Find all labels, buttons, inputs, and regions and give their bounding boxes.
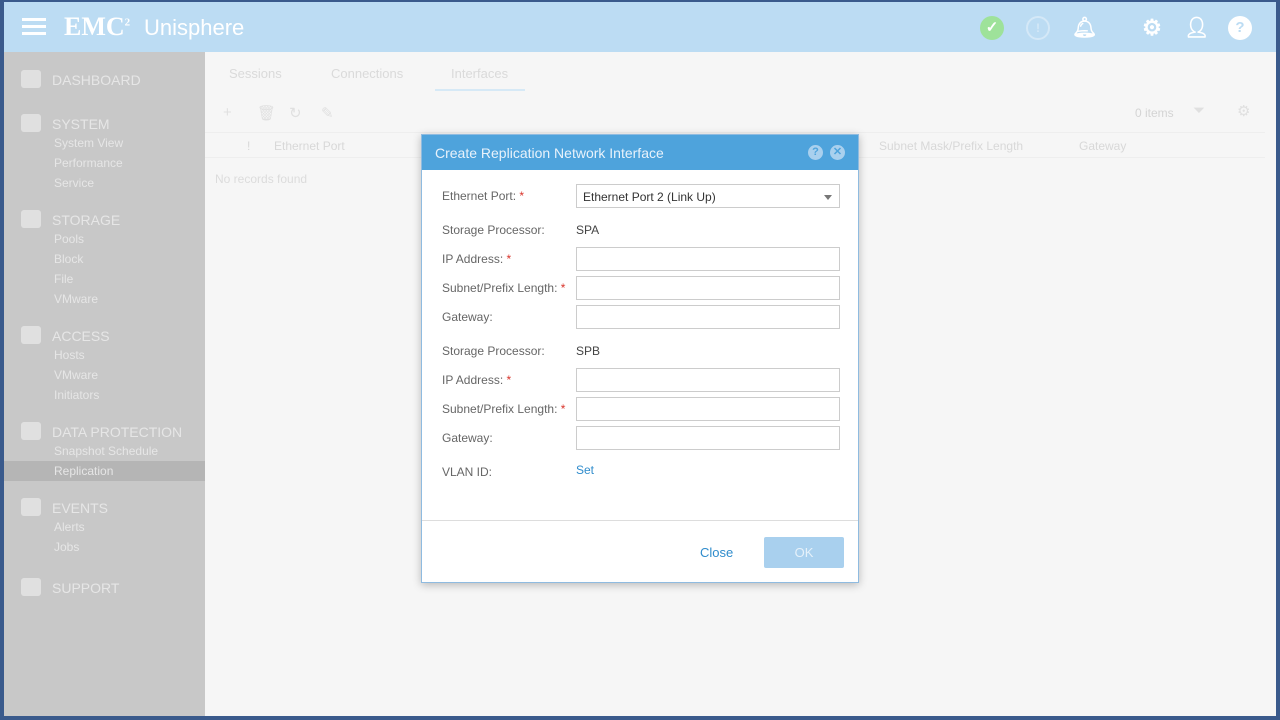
- emc-logo: EMC2: [64, 12, 130, 42]
- section-label: EVENTS: [52, 500, 109, 516]
- bell-icon[interactable]: 🔔︎: [1072, 16, 1097, 40]
- spa-gateway-input[interactable]: [576, 305, 840, 329]
- label-text: Subnet/Prefix Length:: [442, 281, 558, 295]
- label-text: IP Address:: [442, 373, 504, 387]
- section-label: STORAGE: [52, 212, 121, 228]
- section-icon: [21, 422, 41, 440]
- ok-button[interactable]: OK: [764, 537, 844, 568]
- col-subnet[interactable]: Subnet Mask/Prefix Length: [879, 139, 1023, 153]
- section-label: SUPPORT: [52, 580, 120, 596]
- spb-ip-label: IP Address: *: [442, 373, 511, 387]
- col-ethernet-port[interactable]: Ethernet Port: [274, 139, 345, 153]
- ethernet-port-select[interactable]: Ethernet Port 2 (Link Up): [576, 184, 840, 208]
- tab-interfaces[interactable]: Interfaces: [451, 66, 508, 81]
- section-label: DASHBOARD: [52, 72, 141, 88]
- section-icon: [21, 326, 41, 344]
- label-text: IP Address:: [442, 252, 504, 266]
- col-gateway[interactable]: Gateway: [1079, 139, 1126, 153]
- create-interface-dialog: Create Replication Network Interface ? ✕…: [421, 134, 859, 583]
- spb-label: Storage Processor:: [442, 344, 545, 358]
- sidebar-item-vmware[interactable]: VMware: [54, 292, 98, 306]
- user-icon[interactable]: 👤︎: [1184, 16, 1209, 40]
- section-icon: [21, 578, 41, 596]
- spb-gateway-input[interactable]: [576, 426, 840, 450]
- help-icon[interactable]: ?: [1228, 16, 1252, 40]
- col-alert[interactable]: !: [247, 139, 250, 153]
- alerts-status-icon[interactable]: !: [1026, 16, 1050, 40]
- required-mark: *: [560, 281, 566, 295]
- gear-icon[interactable]: ⚙: [1140, 16, 1164, 40]
- filter-icon[interactable]: ⏷: [1193, 102, 1205, 119]
- sidebar-item-jobs[interactable]: Jobs: [54, 540, 79, 554]
- spb-value: SPB: [576, 344, 601, 358]
- required-mark: *: [506, 373, 512, 387]
- spa-ip-input[interactable]: [576, 247, 840, 271]
- required-mark: *: [560, 402, 566, 416]
- sidebar-item-file[interactable]: File: [54, 272, 73, 286]
- sidebar-item-replication[interactable]: Replication: [54, 464, 113, 478]
- spa-value: SPA: [576, 223, 600, 237]
- spa-subnet-label: Subnet/Prefix Length: *: [442, 281, 565, 295]
- table-settings-icon[interactable]: ⚙: [1237, 102, 1250, 120]
- label-text: Subnet/Prefix Length:: [442, 402, 558, 416]
- edit-icon[interactable]: ✎: [321, 104, 334, 122]
- dialog-footer-divider: [422, 520, 858, 521]
- spb-subnet-label: Subnet/Prefix Length: *: [442, 402, 565, 416]
- spb-subnet-input[interactable]: [576, 397, 840, 421]
- select-value: Ethernet Port 2 (Link Up): [583, 190, 716, 204]
- required-mark: *: [506, 252, 512, 266]
- logo-text: EMC: [64, 12, 125, 41]
- spa-subnet-input[interactable]: [576, 276, 840, 300]
- section-label: SYSTEM: [52, 116, 110, 132]
- tab-connections[interactable]: Connections: [331, 66, 403, 81]
- sidebar-item-pools[interactable]: Pools: [54, 232, 84, 246]
- spa-ip-label: IP Address: *: [442, 252, 511, 266]
- logo-sup: 2: [124, 16, 131, 29]
- sidebar-item-system-view[interactable]: System View: [54, 136, 123, 150]
- chevron-down-icon: [824, 195, 832, 200]
- add-icon[interactable]: +: [223, 104, 232, 121]
- top-header: EMC2 Unisphere ✓ ! 🔔︎ ⚙ 👤︎ ?: [4, 2, 1276, 52]
- app-title: Unisphere: [144, 15, 245, 40]
- label-text: Ethernet Port:: [442, 189, 517, 203]
- section-icon: [21, 70, 41, 88]
- sidebar-item-performance[interactable]: Performance: [54, 156, 123, 170]
- sidebar-item-hosts[interactable]: Hosts: [54, 348, 85, 362]
- ethernet-port-label: Ethernet Port: *: [442, 189, 524, 203]
- spb-ip-input[interactable]: [576, 368, 840, 392]
- vlan-label: VLAN ID:: [442, 465, 493, 479]
- sidebar-item-alerts[interactable]: Alerts: [54, 520, 85, 534]
- section-label: ACCESS: [52, 328, 110, 344]
- close-button[interactable]: Close: [700, 545, 733, 560]
- empty-message: No records found: [215, 172, 308, 186]
- spb-gateway-label: Gateway:: [442, 431, 493, 445]
- section-icon: [21, 114, 41, 132]
- sidebar-item-block[interactable]: Block: [54, 252, 83, 266]
- dialog-help-icon[interactable]: ?: [808, 145, 823, 160]
- items-count: 0 items: [1135, 106, 1174, 120]
- sidebar-item-vmware[interactable]: VMware: [54, 368, 98, 382]
- sidebar-item-initiators[interactable]: Initiators: [54, 388, 99, 402]
- menu-icon[interactable]: [22, 18, 46, 36]
- tab-sessions[interactable]: Sessions: [229, 66, 282, 81]
- system-health-ok-icon[interactable]: ✓: [980, 16, 1004, 40]
- spa-label: Storage Processor:: [442, 223, 545, 237]
- delete-icon[interactable]: 🗑︎: [257, 104, 276, 122]
- dialog-close-icon[interactable]: ✕: [830, 145, 845, 160]
- vlan-set-link[interactable]: Set: [576, 463, 594, 477]
- section-label: DATA PROTECTION: [52, 424, 183, 440]
- sidebar-item-service[interactable]: Service: [54, 176, 94, 190]
- sidebar: DASHBOARD SYSTEM System View Performance Ser…: [4, 52, 205, 716]
- required-mark: *: [519, 189, 525, 203]
- dialog-title: Create Replication Network Interface: [422, 135, 858, 170]
- refresh-icon[interactable]: ↻: [289, 104, 302, 122]
- spa-gateway-label: Gateway:: [442, 310, 493, 324]
- active-tab-indicator: [435, 89, 525, 91]
- section-icon: [21, 210, 41, 228]
- sidebar-item-snapshot-schedule[interactable]: Snapshot Schedule: [54, 444, 158, 458]
- section-icon: [21, 498, 41, 516]
